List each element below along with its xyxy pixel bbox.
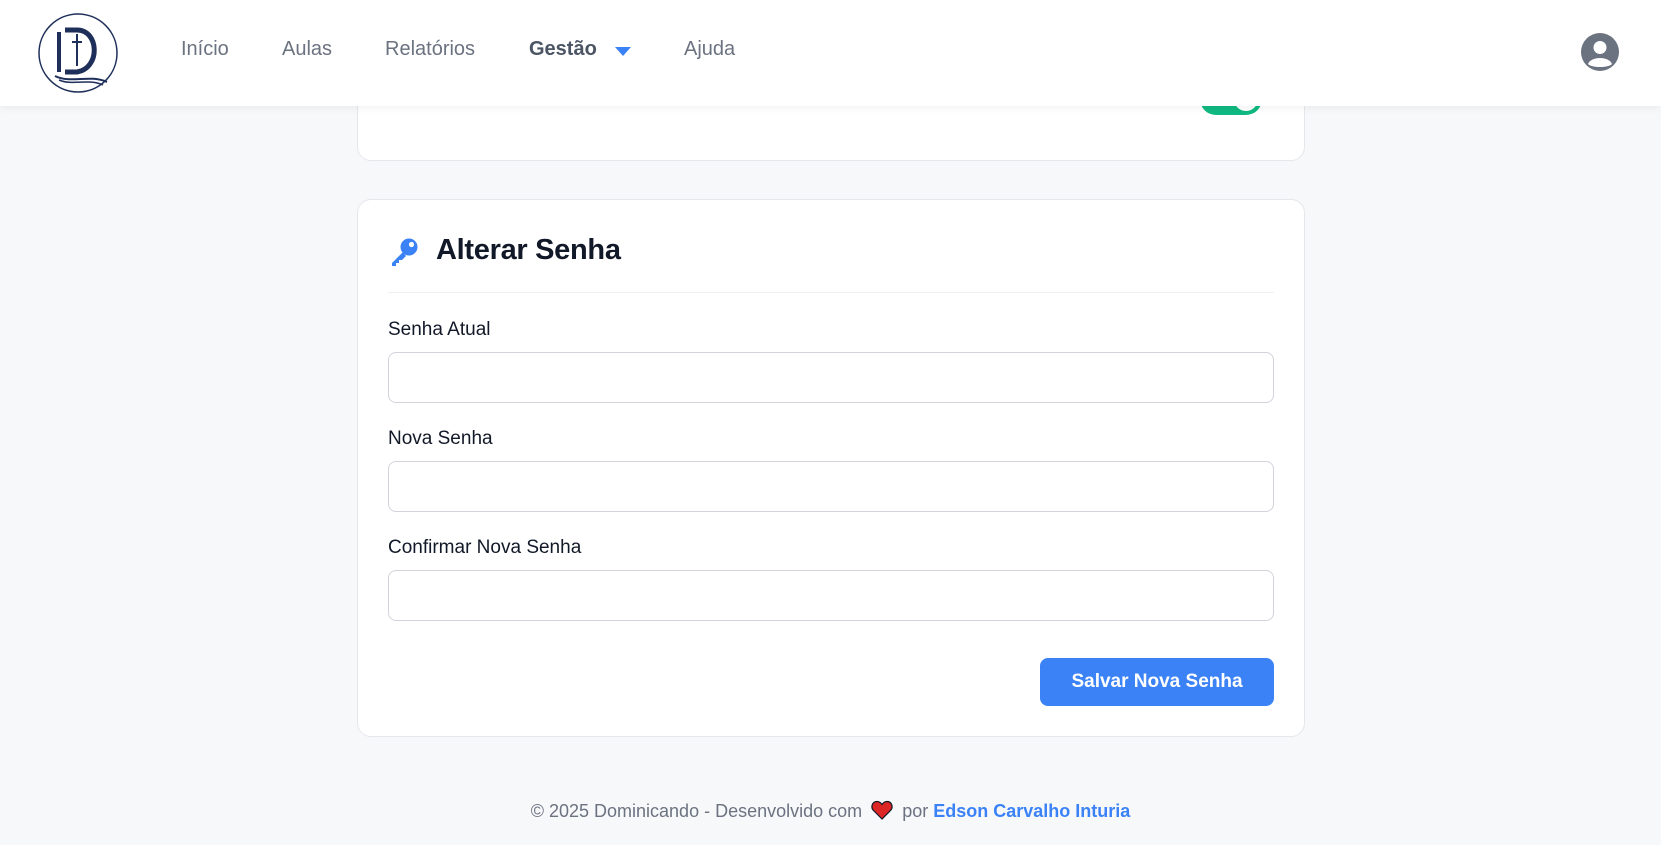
new-password-label: Nova Senha [388,428,493,449]
card-header: Alterar Senha [388,234,1274,274]
caret-down-icon[interactable] [615,47,631,56]
nav-ajuda[interactable]: Ajuda [684,38,735,61]
key-icon [392,238,418,266]
dominicando-logo[interactable] [37,12,119,94]
footer: © 2025 Dominicando - Desenvolvido com po… [0,800,1661,822]
change-password-card: Alterar Senha Senha Atual Nova Senha Con… [357,199,1305,737]
title-divider [388,292,1274,293]
card-title: Alterar Senha [436,234,621,266]
author-link[interactable]: Edson Carvalho Inturia [933,801,1130,821]
nav-inicio[interactable]: Início [181,38,229,61]
nav-gestao[interactable]: Gestão [529,38,597,61]
nav-aulas[interactable]: Aulas [282,38,332,61]
nav-relatorios[interactable]: Relatórios [385,38,475,61]
current-password-label: Senha Atual [388,319,491,340]
footer-text: © 2025 Dominicando - Desenvolvido com [530,801,863,821]
footer-por: por [902,801,929,821]
confirm-password-input[interactable] [388,570,1274,621]
heart-icon [871,800,893,820]
user-circle-icon[interactable] [1581,33,1619,71]
new-password-input[interactable] [388,461,1274,512]
top-navbar: Início Aulas Relatórios Gestão Ajuda [0,0,1661,106]
confirm-password-label: Confirmar Nova Senha [388,537,582,558]
save-password-button[interactable]: Salvar Nova Senha [1040,658,1274,706]
current-password-input[interactable] [388,352,1274,403]
